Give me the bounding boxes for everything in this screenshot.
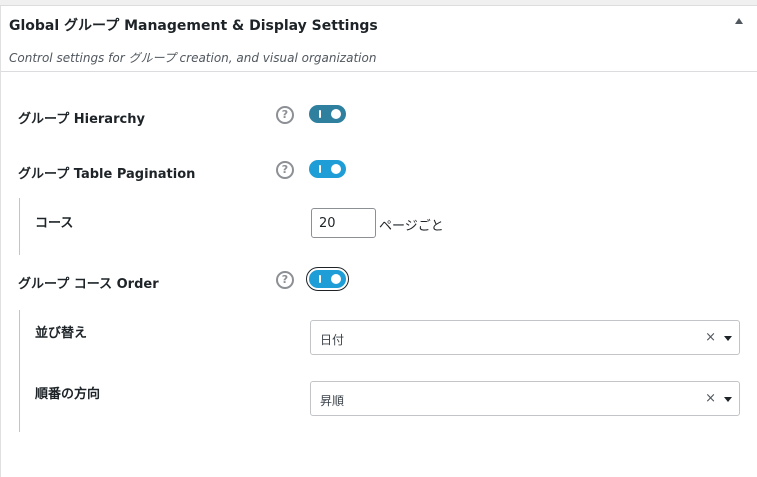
- panel-header: Global グループ Management & Display Setting…: [1, 6, 757, 72]
- clear-icon[interactable]: ×: [705, 391, 716, 406]
- help-icon[interactable]: ?: [276, 271, 294, 289]
- courses-per-page-input[interactable]: [311, 208, 376, 238]
- order-direction-select[interactable]: 昇順 ×: [310, 381, 740, 416]
- panel-title: Global グループ Management & Display Setting…: [9, 18, 378, 34]
- toggle-knob: [331, 274, 341, 284]
- toggle-on-mark: [319, 165, 321, 173]
- toggle-on-mark: [319, 275, 321, 283]
- toggle-on-mark: [319, 110, 321, 118]
- course-order-toggle[interactable]: [309, 270, 346, 288]
- hierarchy-toggle[interactable]: [309, 105, 346, 123]
- settings-panel: Global グループ Management & Display Setting…: [0, 6, 757, 477]
- toggle-knob: [331, 164, 341, 174]
- chevron-down-icon[interactable]: [724, 336, 732, 341]
- clear-icon[interactable]: ×: [705, 330, 716, 345]
- toggle-knob: [331, 109, 341, 119]
- chevron-down-icon[interactable]: [724, 397, 732, 402]
- order-direction-value: 昇順: [320, 394, 345, 408]
- pagination-label: グループ Table Pagination: [18, 167, 196, 182]
- sort-by-label: 並び替え: [35, 326, 88, 341]
- sub-settings-divider: [19, 198, 20, 255]
- pagination-toggle[interactable]: [309, 160, 346, 178]
- sort-by-value: 日付: [320, 333, 345, 347]
- order-direction-label: 順番の方向: [35, 387, 101, 402]
- help-icon[interactable]: ?: [276, 106, 294, 124]
- sort-by-select[interactable]: 日付 ×: [310, 320, 740, 355]
- panel-description: Control settings for グループ creation, and …: [9, 51, 377, 65]
- courses-per-page-label: コース: [35, 216, 74, 231]
- help-icon[interactable]: ?: [276, 161, 294, 179]
- per-page-suffix: ページごと: [379, 219, 444, 234]
- sub-settings-divider: [19, 310, 20, 432]
- triangle-up-icon[interactable]: [735, 18, 743, 24]
- course-order-label: グループ コース Order: [18, 277, 159, 292]
- hierarchy-label: グループ Hierarchy: [18, 112, 145, 127]
